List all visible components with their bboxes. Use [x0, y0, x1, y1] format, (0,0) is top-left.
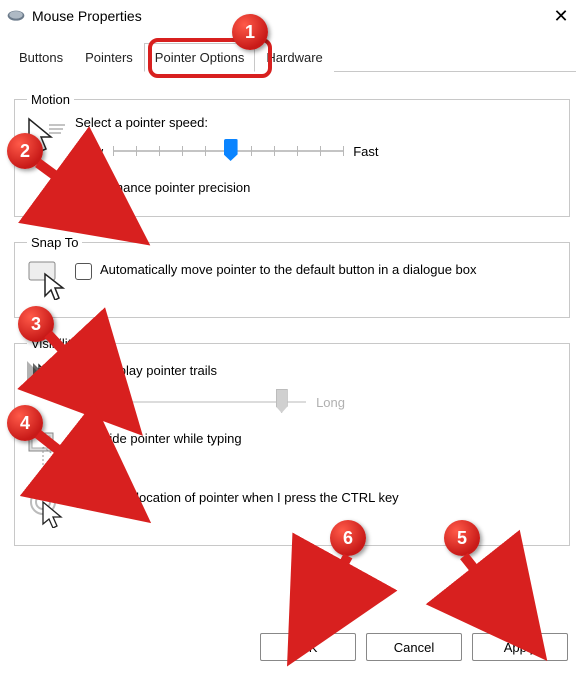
tab-buttons[interactable]: Buttons	[8, 43, 74, 72]
tab-pointer-options[interactable]: Pointer Options	[144, 43, 256, 72]
show-location-checkbox[interactable]	[75, 491, 92, 508]
enhance-precision-checkbox[interactable]	[75, 181, 92, 198]
title-bar: Mouse Properties ✕	[0, 0, 584, 32]
mouse-icon	[6, 9, 26, 23]
cancel-button[interactable]: Cancel	[366, 633, 462, 661]
show-location-label: Show location of pointer when I press th…	[100, 490, 399, 505]
hide-typing-checkbox[interactable]	[75, 432, 92, 449]
display-trails-label: Display pointer trails	[100, 363, 217, 378]
close-button[interactable]: ✕	[538, 0, 584, 32]
snapto-label: Automatically move pointer to the defaul…	[100, 262, 477, 277]
show-location-icon	[27, 486, 75, 531]
display-trails-checkbox[interactable]	[75, 364, 92, 381]
snapto-group: Snap To Automatically move pointer to th…	[14, 235, 570, 318]
trails-icon	[27, 359, 75, 404]
snapto-checkbox[interactable]	[75, 263, 92, 280]
hide-typing-icon	[27, 427, 75, 472]
slow-label: Slow	[75, 144, 103, 159]
fast-label: Fast	[353, 144, 378, 159]
dialog-buttons: OK Cancel Apply	[260, 633, 568, 661]
motion-icon	[27, 115, 75, 160]
tab-content: Motion Select a pointer speed: Slow	[0, 72, 584, 624]
pointer-speed-slider[interactable]	[113, 140, 343, 162]
short-label: Short	[75, 395, 106, 410]
enhance-precision-label: Enhance pointer precision	[100, 180, 250, 195]
tab-strip: Buttons Pointers Pointer Options Hardwar…	[8, 42, 576, 72]
apply-button[interactable]: Apply	[472, 633, 568, 661]
visibility-group: Visibility Display pointer trails Short	[14, 336, 570, 546]
window-title: Mouse Properties	[32, 8, 142, 24]
snapto-icon	[27, 258, 75, 303]
select-speed-label: Select a pointer speed:	[75, 115, 557, 130]
tab-pointers[interactable]: Pointers	[74, 43, 144, 72]
snapto-legend: Snap To	[27, 235, 82, 250]
motion-group: Motion Select a pointer speed: Slow	[14, 92, 570, 217]
ok-button[interactable]: OK	[260, 633, 356, 661]
long-label: Long	[316, 395, 345, 410]
hide-typing-label: Hide pointer while typing	[100, 431, 242, 446]
motion-legend: Motion	[27, 92, 74, 107]
tab-hardware[interactable]: Hardware	[255, 43, 333, 72]
trails-length-slider	[116, 391, 306, 413]
visibility-legend: Visibility	[27, 336, 82, 351]
